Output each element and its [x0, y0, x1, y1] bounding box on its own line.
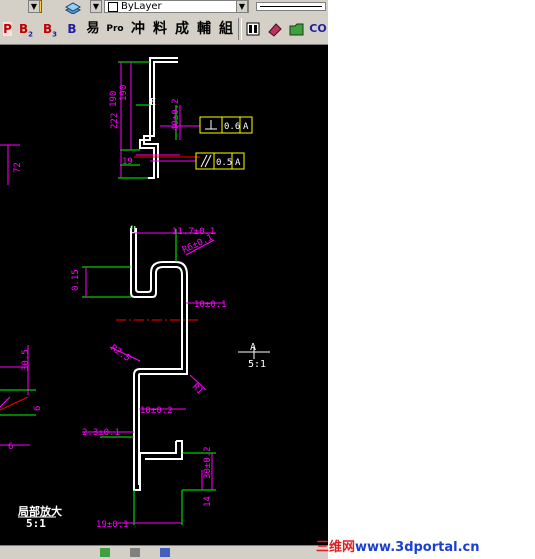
- snap-icon[interactable]: [100, 548, 110, 557]
- watermark: 三维网www.3dportal.cn: [316, 536, 480, 555]
- toolbar-button-5[interactable]: 易: [84, 18, 102, 40]
- button-label: 料: [153, 21, 167, 37]
- eraser-button[interactable]: [266, 18, 284, 40]
- tolerance-value: 0.5: [216, 158, 232, 168]
- dim-text: 14: [203, 496, 213, 507]
- dropdown-arrow-icon[interactable]: ▼: [236, 0, 248, 13]
- folder-icon: [289, 23, 304, 36]
- lineweight-preview: [260, 6, 322, 7]
- button-label: P: [3, 22, 12, 36]
- linetype-select[interactable]: ByLayer: [104, 0, 249, 13]
- button-label: 輔: [197, 21, 211, 37]
- toolbar-button-6[interactable]: Pro: [104, 18, 126, 40]
- main-profile: [130, 228, 188, 491]
- datum-label: A: [235, 158, 241, 168]
- lineweight-select[interactable]: [256, 2, 326, 11]
- dim-text: 6: [33, 406, 43, 411]
- dim-text: 72: [13, 162, 23, 173]
- view-scale: 5:1: [248, 359, 266, 370]
- dim-text: 19±0.1: [96, 520, 129, 530]
- book-button[interactable]: [244, 18, 262, 40]
- svg-text:U: U: [130, 225, 136, 236]
- toolbar-button-11[interactable]: 組: [216, 18, 236, 40]
- dim-text: 190: [119, 85, 129, 101]
- toolbar-button-8[interactable]: 料: [150, 18, 170, 40]
- dim-text: 222: [110, 113, 120, 129]
- properties-toolbar: ▼ ▼ ByLayer ▼: [0, 0, 328, 15]
- dim-text: 6: [8, 442, 13, 452]
- toolbar-button-9[interactable]: 成: [172, 18, 192, 40]
- tolerance-value: 0.6: [224, 122, 240, 132]
- button-label: B: [42, 22, 53, 36]
- button-label: 成: [175, 21, 189, 37]
- button-label: 易: [86, 21, 100, 36]
- command-button[interactable]: CO: [308, 18, 328, 40]
- dropdown-arrow-icon[interactable]: ▼: [28, 0, 40, 13]
- dim-text: 2.3±0.1: [82, 428, 120, 438]
- dim-text: 19: [122, 157, 133, 167]
- dropdown-arrow-icon[interactable]: ▼: [90, 0, 102, 13]
- toolbar-separator: [238, 18, 242, 40]
- toolbar-button-4[interactable]: B: [62, 18, 82, 40]
- dim-text: R1: [190, 382, 205, 397]
- ortho-icon[interactable]: [160, 548, 170, 557]
- toolbar-button-3[interactable]: B3: [40, 18, 60, 40]
- dim-text: R2.5: [108, 343, 132, 364]
- detail-label: 局部放大: [17, 504, 62, 518]
- grid-icon[interactable]: [130, 548, 140, 557]
- toolbar-button-7[interactable]: 冲: [128, 18, 148, 40]
- eraser-icon: [268, 23, 282, 37]
- view-label: A: [250, 342, 256, 353]
- svg-text:190: 190: [109, 91, 119, 107]
- button-label: CO: [309, 22, 327, 35]
- datum-label: A: [243, 122, 249, 132]
- watermark-cn: 三维网: [316, 540, 356, 555]
- button-label: 冲: [131, 21, 145, 37]
- status-toolbar: [0, 545, 328, 559]
- toolbar-button-2[interactable]: B2: [16, 18, 36, 40]
- button-label: 組: [219, 21, 233, 37]
- dim-text: 10±0.2: [140, 406, 173, 416]
- linetype-value: ByLayer: [121, 1, 162, 12]
- book-icon: [246, 22, 260, 36]
- dim-text: 40±0.2: [171, 98, 181, 131]
- svg-text:E: E: [150, 97, 156, 108]
- detail-scale: 5:1: [26, 517, 46, 530]
- drawing-canvas[interactable]: 190 190 222 19 72 40±0.2 E 0.6 A 0.5 A 1…: [0, 45, 328, 545]
- watermark-url: www.3dportal.cn: [355, 540, 480, 555]
- toolbar-button-10[interactable]: 輔: [194, 18, 214, 40]
- button-label: B: [18, 22, 29, 36]
- open-folder-button[interactable]: [288, 18, 306, 40]
- color-swatch-icon: [108, 2, 118, 12]
- blank-area: [328, 0, 535, 558]
- button-label: Pro: [106, 24, 124, 34]
- dim-text: 10±0.1: [194, 300, 227, 310]
- layer-stack-icon[interactable]: [64, 0, 82, 15]
- button-label: B: [67, 22, 77, 36]
- dim-text: 30±0.2: [203, 446, 213, 479]
- dim-text: 0.15: [71, 269, 81, 291]
- dim-text: 30.5: [21, 349, 31, 371]
- toolbar-button-1[interactable]: P: [1, 18, 14, 40]
